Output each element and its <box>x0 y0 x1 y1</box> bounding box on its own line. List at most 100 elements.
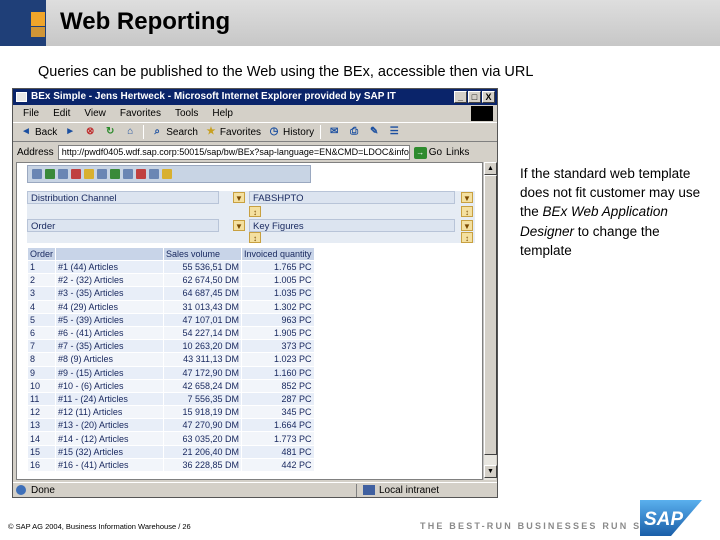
bex-chart-icon[interactable] <box>45 169 55 179</box>
table-cell[interactable]: #14 - (12) Articles <box>55 431 165 446</box>
table-header-row: Order Sales volume Invoiced quantity <box>26 247 315 261</box>
menu-file[interactable]: File <box>23 105 39 122</box>
table-cell[interactable]: #11 - (24) Articles <box>55 391 165 407</box>
table-cell[interactable]: #7 - (35) Articles <box>55 339 165 354</box>
menu-view[interactable]: View <box>84 105 106 122</box>
table-cell: 14 <box>26 431 57 446</box>
table-cell[interactable]: #16 - (41) Articles <box>55 457 165 473</box>
table-cell[interactable]: #9 - (15) Articles <box>55 365 165 380</box>
menu-tools[interactable]: Tools <box>175 105 198 122</box>
bex-back-icon[interactable] <box>32 169 42 179</box>
home-button[interactable]: ⌂ <box>123 125 137 139</box>
table-row: 15 #15 (32) Articles 21 206,40 DM 481 PC <box>26 444 315 459</box>
swap-axis-icon[interactable]: ↕ <box>249 232 261 243</box>
table-cell: 3 <box>26 286 57 301</box>
nav-fabshpto[interactable]: FABSHPTO <box>249 191 455 204</box>
bex-toolbar <box>27 165 311 183</box>
table-cell: 1.664 PC <box>241 418 315 433</box>
bex-bookmark-icon[interactable] <box>110 169 120 179</box>
scroll-down-icon[interactable]: ▼ <box>484 465 497 478</box>
table-row: 6 #6 - (41) Articles 54 227,14 DM 1.905 PC <box>26 325 315 341</box>
column-header-invoiced-quantity[interactable]: Invoiced quantity <box>241 247 315 261</box>
refresh-button[interactable]: ↻ <box>103 125 117 139</box>
mail-button[interactable]: ✉ <box>327 125 341 139</box>
bex-condition-icon[interactable] <box>84 169 94 179</box>
history-button[interactable]: ◷ History <box>267 125 315 139</box>
table-cell[interactable]: #13 - (20) Articles <box>55 418 165 433</box>
favorites-icon: ★ <box>206 126 216 137</box>
go-button[interactable]: → Go <box>413 146 442 159</box>
maximize-button[interactable]: □ <box>468 91 481 103</box>
table-cell: 47 107,01 DM <box>163 312 243 327</box>
sap-logo: SAP <box>640 500 702 536</box>
table-cell[interactable]: #6 - (41) Articles <box>55 325 165 341</box>
discuss-button[interactable]: ☰ <box>387 125 401 139</box>
table-cell: 373 PC <box>241 339 315 354</box>
menu-favorites[interactable]: Favorites <box>120 105 161 122</box>
bex-excel-icon[interactable] <box>97 169 107 179</box>
column-header-sales-volume[interactable]: Sales volume <box>163 247 243 261</box>
table-cell: 442 PC <box>241 457 315 473</box>
bex-filter-icon[interactable] <box>58 169 68 179</box>
intranet-zone-icon <box>363 484 375 495</box>
bex-info-icon[interactable] <box>123 169 133 179</box>
menu-edit[interactable]: Edit <box>53 105 70 122</box>
table-row: 5 #5 - (39) Articles 47 107,01 DM 963 PC <box>26 312 315 327</box>
filter-icon[interactable]: ▼ <box>461 220 473 231</box>
close-button[interactable]: X <box>482 91 495 103</box>
table-row: 10 #10 - (6) Articles 42 658,24 DM 852 PC <box>26 378 315 393</box>
table-cell: 54 227,14 DM <box>163 325 243 341</box>
table-row: 7 #7 - (35) Articles 10 263,20 DM 373 PC <box>26 339 315 354</box>
table-row: 16 #16 - (41) Articles 36 228,85 DM 442 PC <box>26 457 315 473</box>
table-cell[interactable]: #8 (9) Articles <box>55 352 165 367</box>
table-cell[interactable]: #1 (44) Articles <box>55 259 165 275</box>
table-cell[interactable]: #5 - (39) Articles <box>55 312 165 327</box>
swap-axis-icon[interactable]: ↕ <box>249 206 261 217</box>
nav-key-figures[interactable]: Key Figures <box>249 219 455 232</box>
forward-button[interactable]: ► <box>63 125 77 139</box>
bex-print-icon[interactable] <box>136 169 146 179</box>
column-header-order[interactable]: Order <box>26 247 57 261</box>
nav-order[interactable]: Order <box>27 219 219 232</box>
links-button[interactable]: Links <box>446 147 469 158</box>
favorites-button[interactable]: ★ Favorites <box>204 125 261 139</box>
table-cell[interactable]: #4 (29) Articles <box>55 299 165 314</box>
table-cell[interactable]: #12 (11) Articles <box>55 405 165 420</box>
filter-icon[interactable]: ▼ <box>461 192 473 203</box>
table-cell: 5 <box>26 312 57 327</box>
table-cell: 1.023 PC <box>241 352 315 367</box>
table-cell: 64 687,45 DM <box>163 286 243 301</box>
table-cell: 10 263,20 DM <box>163 339 243 354</box>
filter-icon[interactable]: ▼ <box>233 220 245 231</box>
print-button[interactable]: ⎙ <box>347 125 361 139</box>
edit-button[interactable]: ✎ <box>367 125 381 139</box>
status-bar: Done Local intranet <box>13 482 497 497</box>
swap-axis-icon[interactable]: ↕ <box>461 206 473 217</box>
bex-help-icon[interactable] <box>162 169 172 179</box>
address-input[interactable]: http://pwdf0405.wdf.sap.corp:50015/sap/b… <box>57 145 410 160</box>
filter-icon[interactable]: ▼ <box>233 192 245 203</box>
table-cell[interactable]: #15 (32) Articles <box>55 444 165 459</box>
vertical-scrollbar[interactable]: ▲ ▼ <box>483 162 497 480</box>
table-cell: 963 PC <box>241 312 315 327</box>
table-cell[interactable]: #3 - (35) Articles <box>55 286 165 301</box>
search-button[interactable]: ⌕ Search <box>150 125 198 139</box>
ie-page-icon <box>16 484 26 495</box>
sap-logo-text: SAP <box>644 509 683 530</box>
table-cell: 42 658,24 DM <box>163 378 243 393</box>
bex-exception-icon[interactable] <box>71 169 81 179</box>
back-button[interactable]: ◄ Back <box>19 125 57 139</box>
scroll-up-icon[interactable]: ▲ <box>484 162 497 175</box>
nav-distribution-channel[interactable]: Distribution Channel <box>27 191 219 204</box>
window-buttons: _ □ X <box>454 91 495 103</box>
menu-help[interactable]: Help <box>212 105 233 122</box>
table-cell[interactable]: #10 - (6) Articles <box>55 378 165 393</box>
table-cell: 10 <box>26 378 57 393</box>
table-cell[interactable]: #2 - (32) Articles <box>55 273 165 288</box>
table-cell: 15 <box>26 444 57 459</box>
stop-button[interactable]: ⊗ <box>83 125 97 139</box>
swap-axis-icon[interactable]: ↕ <box>461 232 473 243</box>
bex-settings-icon[interactable] <box>149 169 159 179</box>
minimize-button[interactable]: _ <box>454 91 467 103</box>
scroll-thumb[interactable] <box>484 175 497 455</box>
